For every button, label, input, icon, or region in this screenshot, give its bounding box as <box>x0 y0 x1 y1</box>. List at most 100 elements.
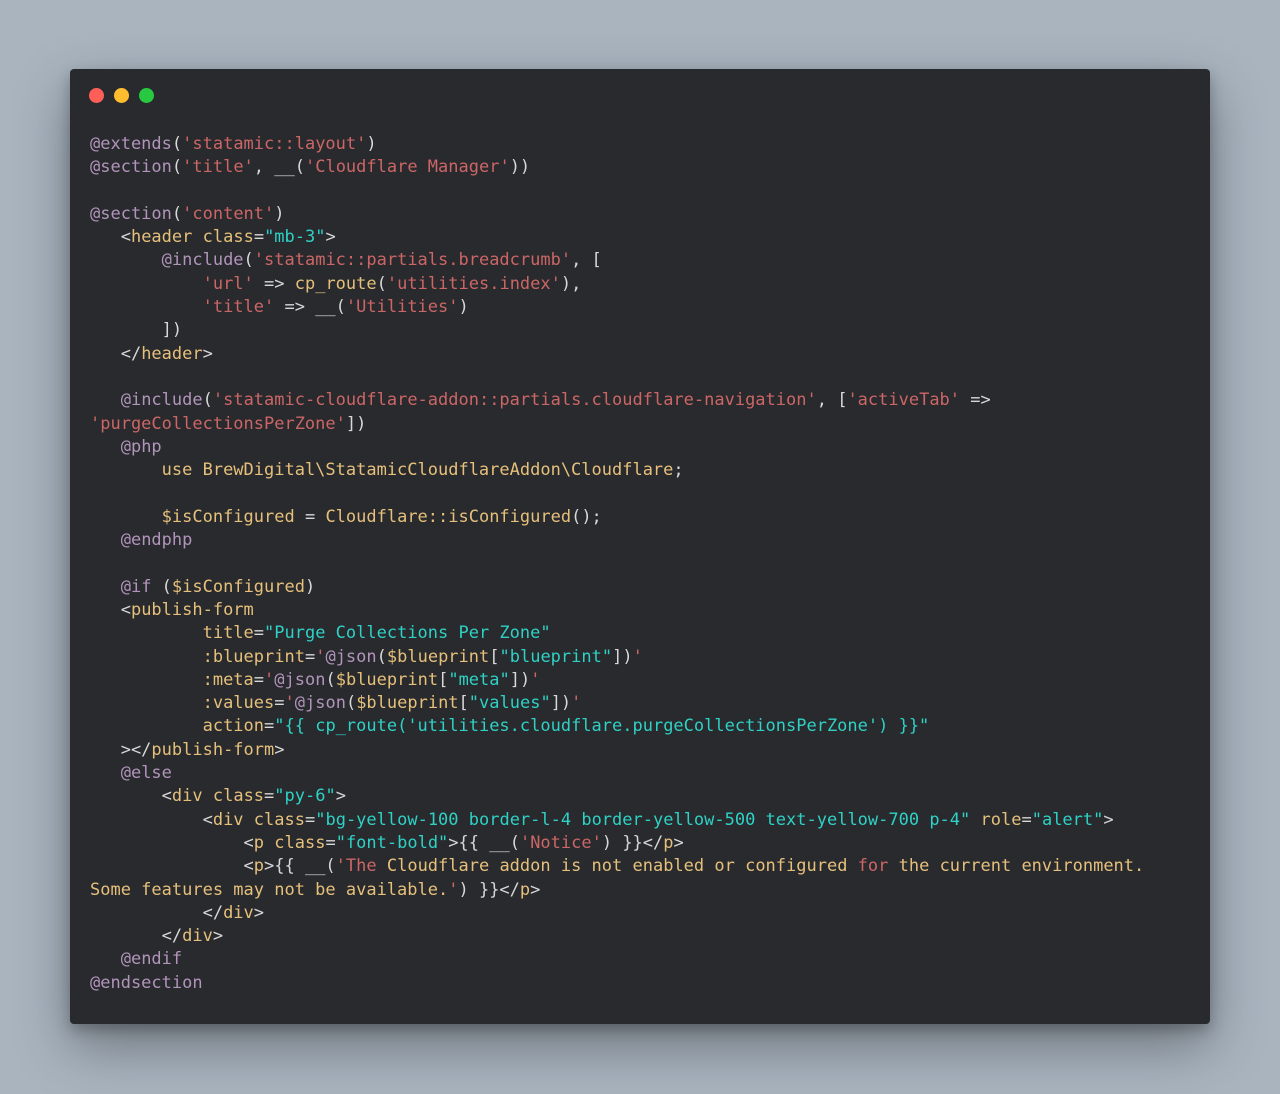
code-token-directive: @section <box>90 157 172 178</box>
code-line: @section('title', __('Cloudflare Manager… <box>90 156 1200 179</box>
code-line: title="Purge Collections Per Zone" <box>90 622 1200 645</box>
code-token-string: ' <box>530 669 541 690</box>
code-token-text: Cloudflare addon is not enabled or confi… <box>386 856 858 877</box>
code-token-punct: ( <box>171 134 183 154</box>
code-token-default <box>90 693 203 713</box>
code-token-punct: >{{ __( <box>448 832 520 853</box>
code-token-string: 'The <box>335 856 387 877</box>
code-token-string: ' <box>448 879 459 900</box>
code-token-punct: = <box>253 227 265 248</box>
code-token-attrval: "blueprint" <box>499 646 613 667</box>
code-token-default <box>90 716 203 736</box>
minimize-button[interactable] <box>114 88 129 103</box>
code-token-attr: :blueprint <box>202 646 305 667</box>
code-token-attrval: "alert" <box>1031 809 1104 830</box>
code-token-punct: > <box>274 739 285 760</box>
code-token-string: 'statamic::partials.breadcrumb' <box>253 250 572 271</box>
code-token-directive: @php <box>120 436 162 457</box>
code-token-punct: > <box>335 786 346 807</box>
code-token-default <box>90 507 162 527</box>
code-token-punct: ) <box>304 576 316 597</box>
code-line: <div class="bg-yellow-100 border-l-4 bor… <box>90 809 1200 832</box>
code-token-string: ' <box>632 646 643 667</box>
code-token-punct: > <box>530 879 541 900</box>
code-token-attrval: "{{ cp_route('utilities.cloudflare.purge… <box>274 716 930 737</box>
code-line: <header class="mb-3"> <box>90 226 1200 249</box>
close-button[interactable] <box>89 88 104 103</box>
code-line: <p>{{ __('The Cloudflare addon is not en… <box>90 855 1200 878</box>
code-token-punct: )) <box>509 157 531 178</box>
code-token-default: < <box>90 786 172 807</box>
code-token-punct: ( <box>171 157 183 178</box>
code-token-default <box>90 250 162 270</box>
code-line: 'purgeCollectionsPerZone']) <box>90 413 1200 436</box>
code-token-attrval: "bg-yellow-100 border-l-4 border-yellow-… <box>315 809 971 830</box>
code-token-attr: action <box>202 716 265 737</box>
code-token-default <box>90 390 121 410</box>
code-token-text: p <box>253 856 265 877</box>
code-token-text: div <box>182 926 213 947</box>
code-token-string: 'statamic::layout' <box>182 134 367 154</box>
code-token-text: p <box>519 879 531 900</box>
code-line: :values='@json($blueprint["values"])' <box>90 692 1200 715</box>
code-token-text: p <box>253 832 265 853</box>
code-token-default <box>244 810 254 830</box>
code-line: @section('content') <box>90 203 1200 226</box>
zoom-button[interactable] <box>139 88 154 103</box>
code-line: @include('statamic::partials.breadcrumb'… <box>90 249 1200 272</box>
code-token-punct: , [ <box>571 250 602 271</box>
code-token-string: 'url' <box>202 273 254 294</box>
code-token-punct: = <box>294 506 326 527</box>
code-token-attrval: "values" <box>468 693 551 714</box>
code-token-text: publish-form <box>151 739 275 760</box>
code-token-punct: ]) <box>345 413 367 434</box>
code-line: :meta='@json($blueprint["meta"])' <box>90 669 1200 692</box>
code-token-punct: ) <box>366 134 377 154</box>
code-token-default: </ <box>90 926 183 947</box>
code-token-punct: => <box>960 390 991 411</box>
code-token-text: header <box>130 227 193 248</box>
code-token-punct: > <box>325 227 336 248</box>
code-line: ]) <box>90 319 1200 342</box>
code-token-punct: ( <box>325 669 336 690</box>
code-token-string: 'title' <box>202 297 275 318</box>
code-token-default: < <box>90 809 213 830</box>
code-token-directive: @else <box>120 763 172 784</box>
code-token-punct: = <box>304 646 316 667</box>
code-token-directive: @section <box>90 203 172 224</box>
code-token-default: < <box>90 856 254 877</box>
code-token-string: 'utilities.index' <box>386 273 561 294</box>
code-token-default: ]) <box>90 320 183 341</box>
code-token-punct: ( <box>171 203 183 224</box>
code-line: @endsection <box>90 972 1200 995</box>
code-token-default <box>90 647 203 667</box>
code-line: ​ <box>90 180 1200 203</box>
code-line: ​ <box>90 482 1200 505</box>
code-token-punct: ) <box>274 203 285 224</box>
code-token-attr: :values <box>202 693 275 714</box>
code-token-punct: ( <box>202 390 213 411</box>
code-token-punct: > <box>673 832 684 853</box>
code-token-directive: @endsection <box>90 972 203 993</box>
code-line: </div> <box>90 902 1200 925</box>
code-token-punct: ; <box>673 460 684 481</box>
code-line: action="{{ cp_route('utilities.cloudflar… <box>90 715 1200 738</box>
code-token-var: $blueprint <box>386 646 490 667</box>
code-line: :blueprint='@json($blueprint["blueprint"… <box>90 646 1200 669</box>
code-token-string: 'statamic-cloudflare-addon::partials.clo… <box>212 390 817 411</box>
code-token-directive: @if <box>120 576 152 597</box>
code-token-text: the current environment. <box>888 856 1145 877</box>
code-token-default <box>90 437 121 457</box>
code-token-punct: ( <box>376 646 387 667</box>
code-token-default <box>192 227 202 247</box>
code-token-var: $blueprint <box>356 693 459 714</box>
code-token-default <box>203 786 213 806</box>
code-token-string: 'Utilities' <box>345 297 459 318</box>
code-token-attrval: "Purge Collections Per Zone" <box>264 623 551 644</box>
code-token-default <box>90 530 121 550</box>
code-line: @endif <box>90 948 1200 971</box>
code-token-attr: class <box>202 227 254 248</box>
code-token-default <box>90 577 121 597</box>
code-token-directive: @json <box>294 693 346 714</box>
code-line: 'title' => __('Utilities') <box>90 296 1200 319</box>
